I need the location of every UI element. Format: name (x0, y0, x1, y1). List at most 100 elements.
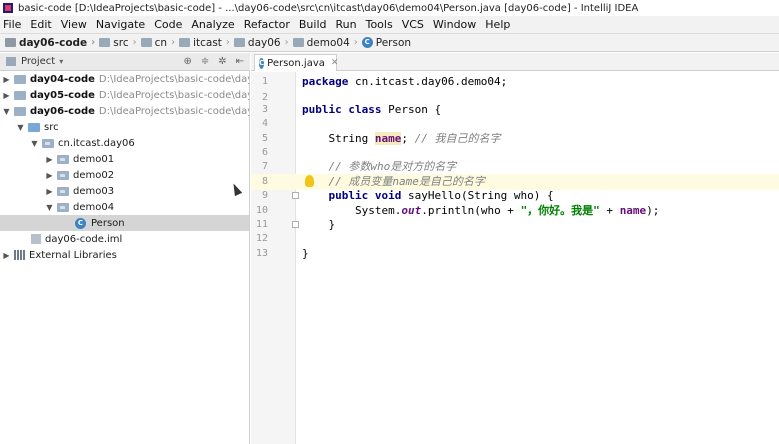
module-folder-icon (14, 106, 26, 116)
menu-refactor[interactable]: Refactor (244, 18, 290, 31)
crumb-label: day06 (247, 36, 281, 49)
crumb-cn[interactable]: cn › (140, 36, 179, 49)
module-folder-icon (14, 74, 26, 84)
code-line-7: // 参数who是对方的名字 (302, 160, 457, 173)
folder-icon (140, 38, 152, 47)
project-tree: ▶ day04-code D:\IdeaProjects\basic-code\… (0, 71, 250, 444)
menu-analyze[interactable]: Analyze (191, 18, 234, 31)
class-icon: C (259, 57, 265, 69)
chevron-right-icon[interactable]: ▶ (2, 75, 11, 84)
tree-item-label: demo04 (73, 201, 115, 213)
code-editor[interactable] (297, 72, 779, 444)
menu-build[interactable]: Build (299, 18, 327, 31)
menu-tools[interactable]: Tools (366, 18, 393, 31)
menu-help[interactable]: Help (485, 18, 510, 31)
crumb-module[interactable]: day06-code › (5, 37, 99, 49)
line-number: 1 (261, 76, 268, 87)
code-line-13: } (302, 247, 309, 260)
menu-edit[interactable]: Edit (30, 18, 51, 31)
crumb-label: day06-code (19, 36, 88, 49)
chevron-right-icon[interactable]: ▶ (45, 155, 54, 164)
folder-icon (233, 38, 245, 47)
tree-item-day04-code[interactable]: ▶ day04-code D:\IdeaProjects\basic-code\… (0, 71, 249, 87)
tree-item-label: day05-code (30, 89, 95, 101)
tree-item-external-libraries[interactable]: ▶ External Libraries (0, 247, 249, 263)
tree-item-path: D:\IdeaProjects\basic-code\day05-code (98, 89, 249, 101)
module-folder-icon (14, 90, 26, 100)
crumb-label: demo04 (306, 36, 350, 49)
iml-file-icon (31, 234, 41, 244)
crumb-label: Person (375, 36, 412, 49)
tree-item-demo03[interactable]: ▶ demo03 (0, 183, 249, 199)
crumb-itcast[interactable]: itcast › (179, 37, 234, 49)
tree-item-day05-code[interactable]: ▶ day05-code D:\IdeaProjects\basic-code\… (0, 87, 249, 103)
folder-icon (179, 38, 191, 47)
tree-item-label: External Libraries (29, 249, 117, 261)
tree-item-iml[interactable]: day06-code.iml (0, 231, 249, 247)
project-panel-title[interactable]: Project (21, 56, 55, 67)
chevron-down-icon[interactable]: ▾ (59, 57, 63, 66)
locate-icon[interactable]: ⊕ (183, 56, 191, 67)
fold-marker-icon[interactable] (292, 221, 299, 228)
ide-window: basic-code [D:\IdeaProjects\basic-code] … (0, 0, 779, 444)
crumb-label: cn (154, 36, 168, 49)
crumb-src[interactable]: src › (99, 37, 140, 49)
tree-item-demo02[interactable]: ▶ demo02 (0, 167, 249, 183)
tree-item-label: cn.itcast.day06 (58, 137, 135, 149)
menu-vcs[interactable]: VCS (402, 18, 424, 31)
collapse-all-icon[interactable]: ≑ (201, 56, 209, 67)
code-line-11: } (302, 218, 336, 231)
tree-item-package[interactable]: ▼ cn.itcast.day06 (0, 135, 249, 151)
line-number: 12 (255, 233, 268, 244)
tree-item-demo01[interactable]: ▶ demo01 (0, 151, 249, 167)
menu-run[interactable]: Run (336, 18, 357, 31)
fold-marker-icon[interactable] (292, 192, 299, 199)
menu-view[interactable]: View (61, 18, 87, 31)
tab-person-java[interactable]: C Person.java ✕ (254, 54, 339, 71)
chevron-down-icon[interactable]: ▼ (2, 107, 11, 116)
menu-navigate[interactable]: Navigate (96, 18, 145, 31)
module-icon (5, 38, 16, 47)
class-icon: C (75, 217, 86, 229)
chevron-right-icon[interactable]: ▶ (2, 91, 11, 100)
crumb-person[interactable]: C Person (361, 36, 412, 49)
tree-item-path: D:\IdeaProjects\basic-code\day04-code (98, 73, 249, 85)
line-number: 7 (261, 161, 268, 172)
tree-item-label: demo03 (73, 185, 115, 197)
chevron-right-icon[interactable]: ▶ (2, 251, 11, 260)
tree-item-label: demo02 (73, 169, 115, 181)
menu-window[interactable]: Window (433, 18, 476, 31)
tree-item-person[interactable]: C Person (0, 215, 249, 231)
close-icon[interactable]: ✕ (331, 58, 339, 68)
code-line-10: System.out.println(who + "，你好。我是" + name… (302, 204, 660, 217)
title-bar: basic-code [D:\IdeaProjects\basic-code] … (0, 0, 779, 16)
chevron-right-icon[interactable]: ▶ (45, 187, 54, 196)
chevron-down-icon[interactable]: ▼ (30, 139, 39, 148)
crumb-demo04[interactable]: demo04 › (292, 36, 362, 49)
menu-code[interactable]: Code (154, 18, 182, 31)
code-line-5: String name; // 我自己的名字 (302, 132, 501, 145)
tree-item-demo04[interactable]: ▼ demo04 (0, 199, 249, 215)
tree-item-label: day06-code.iml (45, 233, 123, 245)
package-icon (57, 170, 69, 180)
menu-bar: File Edit View Navigate Code Analyze Ref… (0, 16, 779, 33)
code-line-1: package cn.itcast.day06.demo04; (302, 75, 508, 88)
crumb-label: itcast (193, 36, 222, 49)
tree-item-src[interactable]: ▼ src (0, 119, 249, 135)
tree-item-path: D:\IdeaProjects\basic-code\day06-code (98, 105, 249, 117)
package-icon (57, 154, 69, 164)
package-icon (57, 186, 69, 196)
menu-file[interactable]: File (3, 18, 21, 31)
tree-item-label: Person (91, 217, 125, 229)
chevron-down-icon[interactable]: ▼ (45, 203, 54, 212)
project-panel-header: Project ▾ ⊕ ≑ ✲ ⇤ (0, 53, 250, 71)
tree-item-day06-code[interactable]: ▼ day06-code D:\IdeaProjects\basic-code\… (0, 103, 249, 119)
line-number: 13 (255, 248, 268, 259)
crumb-day06[interactable]: day06 › (233, 36, 293, 49)
hide-icon[interactable]: ⇤ (236, 56, 244, 67)
gear-icon[interactable]: ✲ (218, 56, 226, 67)
chevron-down-icon[interactable]: ▼ (16, 123, 25, 132)
tree-item-label: day04-code (30, 73, 95, 85)
chevron-right-icon[interactable]: ▶ (45, 171, 54, 180)
code-line-9: public void sayHello(String who) { (302, 189, 554, 202)
